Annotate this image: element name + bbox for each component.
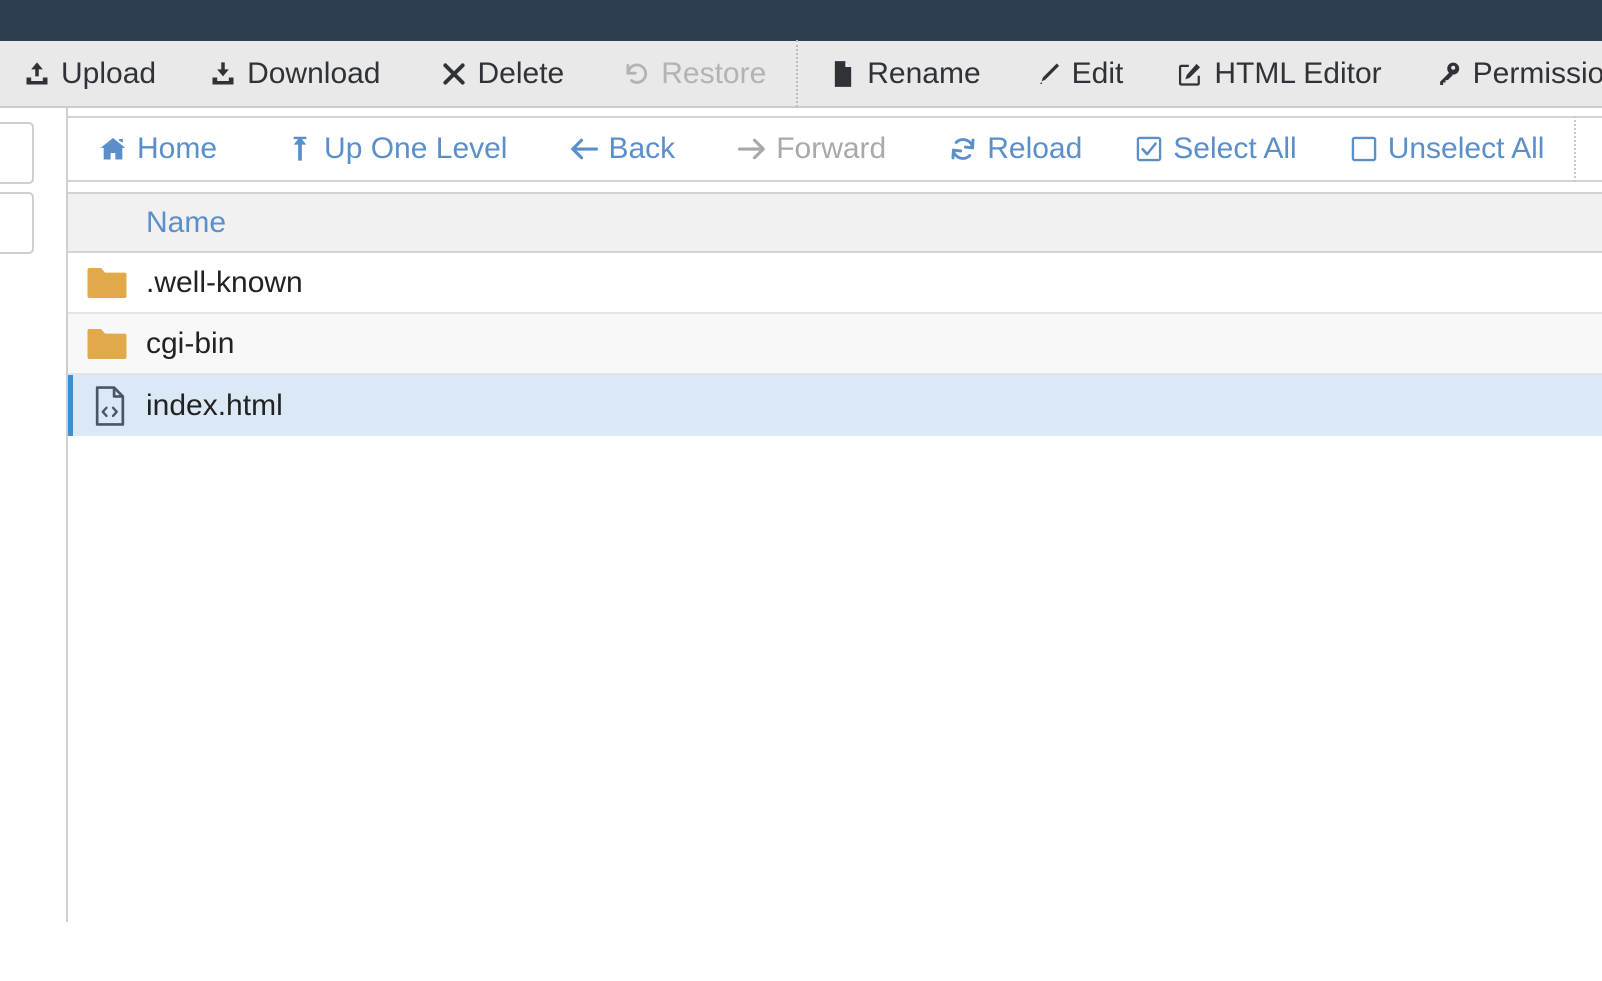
file-action-toolbar: Upload Download Delete Restore Rename Ed… <box>0 40 1602 108</box>
arrow-right-icon <box>737 134 767 164</box>
reload-button[interactable]: Reload <box>948 118 1082 180</box>
file-manager-panel: Home Up One Level Back Forward Reload Se… <box>66 108 1602 981</box>
arrow-up-icon <box>285 134 315 164</box>
rename-button[interactable]: Rename <box>828 41 981 106</box>
home-icon <box>98 134 128 164</box>
permissions-label: Permissions <box>1472 56 1602 90</box>
sidebar-panel-top[interactable] <box>0 122 34 184</box>
file-list-table: Name .well-known cgi-bin index.html <box>68 192 1602 981</box>
checkbox-checked-icon <box>1134 134 1164 164</box>
file-name: index.html <box>146 388 283 422</box>
file-name: cgi-bin <box>146 326 235 360</box>
restore-label: Restore <box>661 56 767 90</box>
download-icon <box>208 59 238 89</box>
reload-label: Reload <box>987 132 1083 165</box>
restore-button: Restore <box>622 41 766 106</box>
back-button[interactable]: Back <box>569 118 675 180</box>
table-row[interactable]: .well-known <box>68 253 1602 314</box>
restore-icon <box>622 59 652 89</box>
upload-label: Upload <box>61 56 157 90</box>
code-file-icon <box>73 385 146 427</box>
delete-x-icon <box>439 59 469 89</box>
reload-icon <box>948 134 978 164</box>
download-button[interactable]: Download <box>208 41 381 106</box>
home-label: Home <box>137 132 218 165</box>
html-editor-button[interactable]: HTML Editor <box>1175 41 1382 106</box>
upload-button[interactable]: Upload <box>22 41 156 106</box>
permissions-button[interactable]: Permissions <box>1434 41 1602 106</box>
table-row[interactable]: cgi-bin <box>68 314 1602 375</box>
sidebar-panel-bottom[interactable] <box>0 192 34 254</box>
upload-icon <box>22 59 52 89</box>
toolbar-divider <box>796 40 799 107</box>
forward-button: Forward <box>737 118 886 180</box>
column-header-name[interactable]: Name <box>146 206 226 240</box>
edit-button[interactable]: Edit <box>1033 41 1124 106</box>
partial-glyph-icon <box>0 138 8 168</box>
delete-button[interactable]: Delete <box>439 41 565 106</box>
top-header-bar <box>0 0 1602 41</box>
unselect-all-button[interactable]: Unselect All <box>1349 118 1545 180</box>
key-icon <box>1434 59 1464 89</box>
table-row[interactable]: index.html <box>68 375 1602 436</box>
file-name: .well-known <box>146 265 303 299</box>
up-one-level-label: Up One Level <box>324 132 508 165</box>
download-label: Download <box>247 56 381 90</box>
home-button[interactable]: Home <box>98 118 217 180</box>
empty-table-area <box>68 436 1602 981</box>
unselect-all-label: Unselect All <box>1387 132 1545 165</box>
select-all-button[interactable]: Select All <box>1134 118 1297 180</box>
navigation-toolbar: Home Up One Level Back Forward Reload Se… <box>68 116 1602 182</box>
up-one-level-button[interactable]: Up One Level <box>285 118 507 180</box>
checkbox-empty-icon <box>1349 134 1379 164</box>
html-editor-label: HTML Editor <box>1214 56 1382 90</box>
html-editor-icon <box>1175 59 1205 89</box>
nav-divider <box>1574 116 1577 182</box>
file-icon <box>828 59 858 89</box>
pencil-icon <box>1033 59 1063 89</box>
table-header-row: Name <box>68 192 1602 253</box>
delete-label: Delete <box>477 56 565 90</box>
back-label: Back <box>608 132 676 165</box>
arrow-left-icon <box>569 134 599 164</box>
folder-icon <box>68 266 146 300</box>
rename-label: Rename <box>867 56 981 90</box>
select-all-label: Select All <box>1173 132 1297 165</box>
forward-label: Forward <box>776 132 887 165</box>
folder-icon <box>68 327 146 361</box>
edit-label: Edit <box>1071 56 1124 90</box>
